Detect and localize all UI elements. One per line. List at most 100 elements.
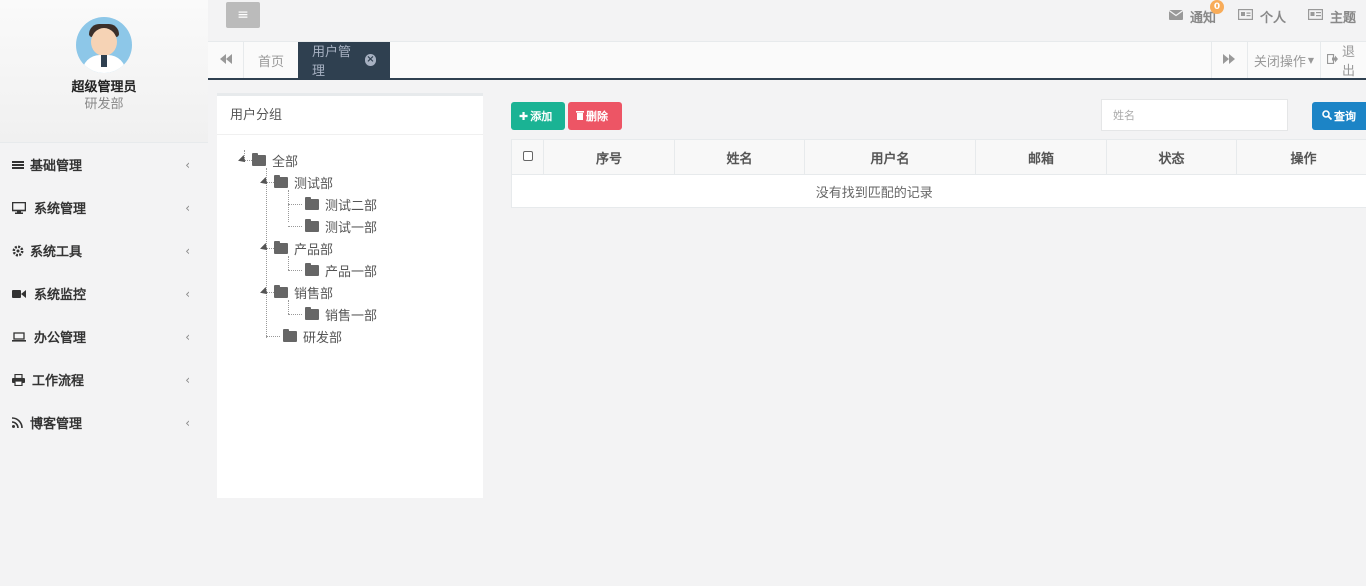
- user-table: 序号 姓名 用户名 邮箱 状态 操作 没有找到匹配的记录: [511, 139, 1366, 208]
- tab-user-management[interactable]: 用户管理 ×: [298, 42, 390, 79]
- search-icon: [1322, 109, 1333, 123]
- tree-node-test-2[interactable]: 测试二部: [305, 194, 377, 214]
- theme-link[interactable]: 主题: [1307, 7, 1356, 26]
- table-row: 没有找到匹配的记录: [511, 174, 1366, 208]
- video-camera-icon: [12, 289, 30, 299]
- sidebar-item-label: 办公管理: [34, 331, 87, 346]
- tree-node-label: 销售部: [294, 286, 334, 302]
- forward-icon: [1223, 53, 1236, 68]
- tree-node-product-dept[interactable]: 产品部: [260, 238, 333, 258]
- tab-label: 用户管理: [312, 45, 352, 79]
- folder-icon: [305, 218, 319, 232]
- menu-toggle-button[interactable]: ≡: [226, 2, 260, 28]
- name-search-input[interactable]: [1101, 99, 1288, 131]
- newspaper-icon: [1307, 8, 1324, 24]
- tree-node-all[interactable]: 全部: [238, 150, 299, 170]
- sidebar-item-workflow[interactable]: 工作流程 ‹: [0, 358, 208, 401]
- tree-node-test-1[interactable]: 测试一部: [305, 216, 377, 236]
- tree-node-label: 全部: [272, 154, 299, 170]
- close-icon[interactable]: ×: [364, 54, 376, 66]
- search-button[interactable]: 查询: [1312, 102, 1366, 130]
- plus-icon: ✚: [519, 109, 529, 123]
- chevron-left-icon: ‹: [185, 329, 190, 344]
- folder-icon: [274, 174, 288, 188]
- tree-node-label: 销售一部: [325, 308, 378, 324]
- collapse-toggle-icon[interactable]: [260, 243, 270, 253]
- caret-down-icon: ▼: [1307, 55, 1314, 65]
- gear-icon: [12, 245, 30, 257]
- tree-node-label: 测试一部: [325, 220, 378, 236]
- add-button[interactable]: ✚ 添加: [511, 102, 565, 130]
- column-header[interactable]: 状态: [1106, 139, 1237, 175]
- personal-label: 个人: [1259, 10, 1286, 26]
- add-label: 添加: [530, 110, 553, 123]
- select-all-checkbox[interactable]: [522, 150, 533, 161]
- close-ops-label: 关闭操作: [1253, 54, 1306, 70]
- tree-node-label: 测试部: [294, 176, 334, 192]
- close-operations-dropdown[interactable]: 关闭操作 ▼: [1246, 42, 1320, 78]
- tree-node-test-dept[interactable]: 测试部: [260, 172, 334, 192]
- chevron-left-icon: ‹: [185, 243, 190, 258]
- collapse-toggle-icon[interactable]: [260, 177, 270, 187]
- user-dept: 研发部: [84, 97, 124, 112]
- tree-node-sales-dept[interactable]: 销售部: [260, 282, 334, 302]
- sidebar-item-blog[interactable]: 博客管理 ‹: [0, 401, 208, 444]
- delete-button[interactable]: 删除: [568, 102, 622, 130]
- column-header[interactable]: 邮箱: [975, 139, 1107, 175]
- sidebar: 超级管理员 研发部 基础管理 ‹ 系统管理 ‹ 系统工具 ‹ 系统监控 ‹ 办公…: [0, 0, 208, 586]
- folder-icon: [305, 306, 319, 320]
- column-header[interactable]: 操作: [1236, 139, 1366, 175]
- panel-title: 用户分组: [217, 96, 483, 135]
- laptop-icon: [12, 331, 30, 342]
- logout-button[interactable]: 退出: [1320, 42, 1366, 79]
- tab-scroll-right-button[interactable]: [1210, 42, 1247, 78]
- select-all-cell: [511, 139, 544, 175]
- personal-link[interactable]: 个人: [1237, 7, 1286, 26]
- sidebar-item-label: 基础管理: [30, 159, 83, 174]
- chevron-left-icon: ‹: [185, 286, 190, 301]
- tree-node-label: 测试二部: [325, 198, 378, 214]
- folder-icon: [283, 328, 297, 342]
- tab-home[interactable]: 首页: [244, 42, 298, 78]
- theme-label: 主题: [1329, 10, 1356, 26]
- empty-message: 没有找到匹配的记录: [511, 174, 1237, 208]
- list-icon: [12, 159, 30, 171]
- chevron-left-icon: ‹: [185, 415, 190, 430]
- sidebar-item-office[interactable]: 办公管理 ‹: [0, 315, 208, 358]
- collapse-toggle-icon[interactable]: [260, 287, 270, 297]
- sidebar-item-label: 系统监控: [34, 288, 87, 303]
- tree-node-product-1[interactable]: 产品一部: [305, 260, 377, 280]
- backward-icon: [219, 53, 232, 68]
- sidebar-item-tools[interactable]: 系统工具 ‹: [0, 229, 208, 272]
- collapse-toggle-icon[interactable]: [238, 155, 248, 165]
- sidebar-item-label: 系统工具: [30, 245, 83, 260]
- sidebar-item-monitor[interactable]: 系统监控 ‹: [0, 272, 208, 315]
- search-label: 查询: [1334, 110, 1356, 123]
- logout-label: 退出: [1342, 45, 1356, 79]
- column-header[interactable]: 姓名: [674, 139, 805, 175]
- tree-node-sales-1[interactable]: 销售一部: [305, 304, 377, 324]
- sidebar-item-basic[interactable]: 基础管理 ‹: [0, 143, 208, 186]
- id-card-icon: [1237, 8, 1254, 24]
- notify-link[interactable]: 通知 0: [1168, 0, 1224, 26]
- sidebar-item-system[interactable]: 系统管理 ‹: [0, 186, 208, 229]
- folder-icon: [274, 284, 288, 298]
- envelope-icon: [1168, 9, 1184, 24]
- tab-scroll-left-button[interactable]: [208, 42, 244, 78]
- trash-icon: [576, 110, 584, 123]
- hamburger-icon: ≡: [237, 7, 249, 23]
- chevron-left-icon: ‹: [185, 372, 190, 387]
- avatar[interactable]: [76, 17, 132, 73]
- user-profile: 超级管理员 研发部: [0, 0, 208, 143]
- tab-bar: 首页 用户管理 × 关闭操作 ▼ 退出: [208, 42, 1366, 80]
- column-header[interactable]: 序号: [543, 139, 675, 175]
- top-header: ≡ 通知 0 个人 主题: [208, 0, 1366, 42]
- folder-icon: [305, 196, 319, 210]
- tree-node-rd-dept[interactable]: 研发部: [283, 326, 342, 346]
- user-name: 超级管理员: [71, 80, 137, 95]
- column-header[interactable]: 用户名: [804, 139, 976, 175]
- table-header-row: 序号 姓名 用户名 邮箱 状态 操作: [511, 139, 1366, 175]
- notify-badge: 0: [1209, 0, 1224, 14]
- tree-node-label: 研发部: [303, 330, 343, 346]
- user-group-panel: 用户分组 全部 测试部 测试二部 测试一部 产品部 产品一部 销售部 销售一部 …: [217, 93, 483, 498]
